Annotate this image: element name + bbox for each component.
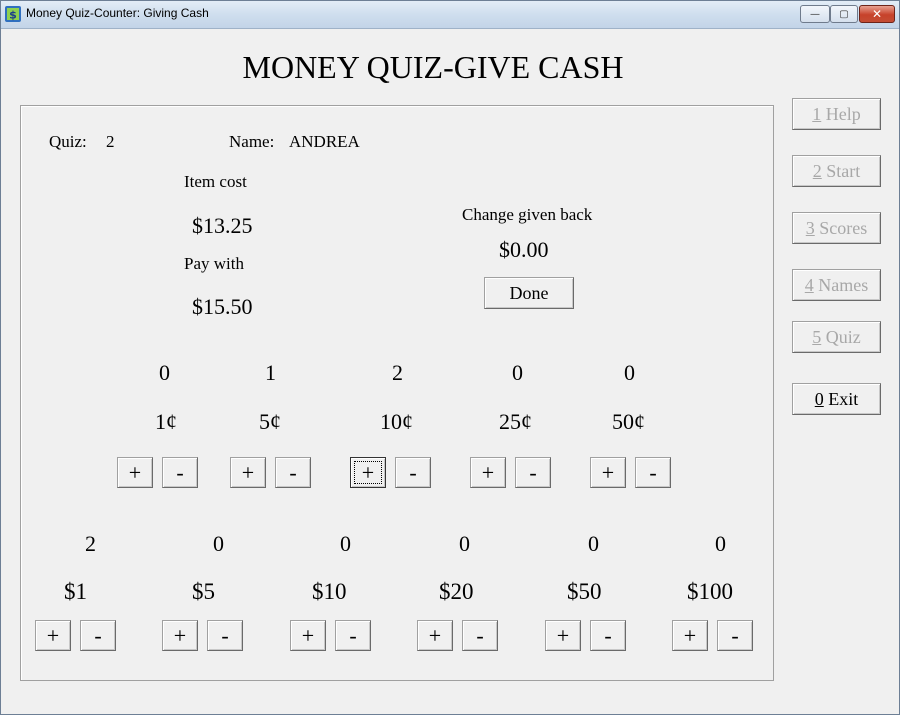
bill-plus-button[interactable]: + [35, 620, 71, 651]
bill-plus-button[interactable]: + [672, 620, 708, 651]
start-button[interactable]: 2 Start [792, 155, 881, 187]
maximize-icon: ▢ [839, 8, 849, 20]
bill-label: $5 [192, 579, 215, 604]
name-label: Name: [229, 132, 275, 151]
scores-button[interactable]: 3 Scores [792, 212, 881, 244]
coin-plus-button[interactable]: + [117, 457, 153, 488]
coin-count: 1 [265, 360, 276, 385]
scores-hotkey: 3 [805, 217, 815, 238]
money-quiz-app-icon: $ [5, 6, 21, 22]
close-icon: ✕ [871, 7, 883, 21]
help-button[interactable]: 1 Help [792, 98, 881, 130]
start-label: Start [821, 160, 861, 181]
bill-label: $20 [439, 579, 474, 604]
bill-minus-button[interactable]: - [717, 620, 753, 651]
coin-minus-button[interactable]: - [635, 457, 671, 488]
coin-plus-button[interactable]: + [590, 457, 626, 488]
svg-text:$: $ [9, 9, 17, 22]
coin-minus-button[interactable]: - [395, 457, 431, 488]
coin-count: 0 [624, 360, 635, 385]
coin-count: 0 [159, 360, 170, 385]
bill-plus-button[interactable]: + [162, 620, 198, 651]
item-cost-value: $13.25 [192, 213, 253, 238]
minimize-button[interactable]: — [800, 5, 830, 23]
coin-label: 50¢ [612, 409, 645, 434]
names-label: Names [813, 274, 869, 295]
bill-count: 0 [715, 531, 726, 556]
bill-minus-button[interactable]: - [335, 620, 371, 651]
window-title: Money Quiz-Counter: Giving Cash [26, 6, 209, 20]
done-button[interactable]: Done [484, 277, 574, 309]
bill-minus-button[interactable]: - [80, 620, 116, 651]
coin-plus-button[interactable]: + [230, 457, 266, 488]
names-button[interactable]: 4 Names [792, 269, 881, 301]
help-hotkey: 1 [812, 103, 822, 124]
bill-count: 2 [85, 531, 96, 556]
bill-plus-button[interactable]: + [545, 620, 581, 651]
bill-minus-button[interactable]: - [590, 620, 626, 651]
exit-label: Exit [823, 388, 859, 409]
title-bar[interactable]: $ Money Quiz-Counter: Giving Cash — ▢ ✕ [1, 1, 899, 29]
help-label: Help [821, 103, 861, 124]
change-value: $0.00 [499, 237, 549, 262]
exit-button[interactable]: 0 Exit [792, 383, 881, 415]
coin-count: 2 [392, 360, 403, 385]
bill-label: $100 [687, 579, 733, 604]
item-cost-label: Item cost [184, 172, 247, 191]
pay-with-label: Pay with [184, 254, 244, 273]
coin-plus-button[interactable]: + [470, 457, 506, 488]
close-button[interactable]: ✕ [859, 5, 895, 23]
quiz-label-text: Quiz [821, 326, 861, 347]
bill-label: $50 [567, 579, 602, 604]
pay-with-value: $15.50 [192, 294, 253, 319]
bill-count: 0 [340, 531, 351, 556]
quiz-label: Quiz: [49, 132, 87, 151]
exit-hotkey: 0 [814, 388, 824, 409]
maximize-button[interactable]: ▢ [830, 5, 858, 23]
scores-label: Scores [814, 217, 868, 238]
quiz-panel [20, 105, 774, 681]
bill-label: $1 [64, 579, 87, 604]
coin-label: 1¢ [155, 409, 177, 434]
coin-minus-button[interactable]: - [162, 457, 198, 488]
quiz-button[interactable]: 5 Quiz [792, 321, 881, 353]
change-label: Change given back [462, 205, 593, 224]
student-name: ANDREA [289, 132, 360, 151]
coin-count: 0 [512, 360, 523, 385]
names-hotkey: 4 [804, 274, 814, 295]
bill-label: $10 [312, 579, 347, 604]
bill-count: 0 [588, 531, 599, 556]
coin-minus-button[interactable]: - [275, 457, 311, 488]
bill-minus-button[interactable]: - [462, 620, 498, 651]
minimize-icon: — [810, 8, 820, 20]
quiz-number: 2 [106, 132, 115, 151]
coin-label: 5¢ [259, 409, 281, 434]
bill-count: 0 [213, 531, 224, 556]
app-window: $ Money Quiz-Counter: Giving Cash — ▢ ✕ … [0, 0, 900, 715]
coin-label: 10¢ [380, 409, 413, 434]
bill-minus-button[interactable]: - [207, 620, 243, 651]
start-hotkey: 2 [812, 160, 822, 181]
bill-count: 0 [459, 531, 470, 556]
bill-plus-button[interactable]: + [417, 620, 453, 651]
coin-label: 25¢ [499, 409, 532, 434]
coin-plus-button[interactable]: + [350, 457, 386, 488]
coin-minus-button[interactable]: - [515, 457, 551, 488]
bill-plus-button[interactable]: + [290, 620, 326, 651]
page-heading: MONEY QUIZ-GIVE CASH [242, 49, 624, 85]
quiz-hotkey: 5 [812, 326, 822, 347]
